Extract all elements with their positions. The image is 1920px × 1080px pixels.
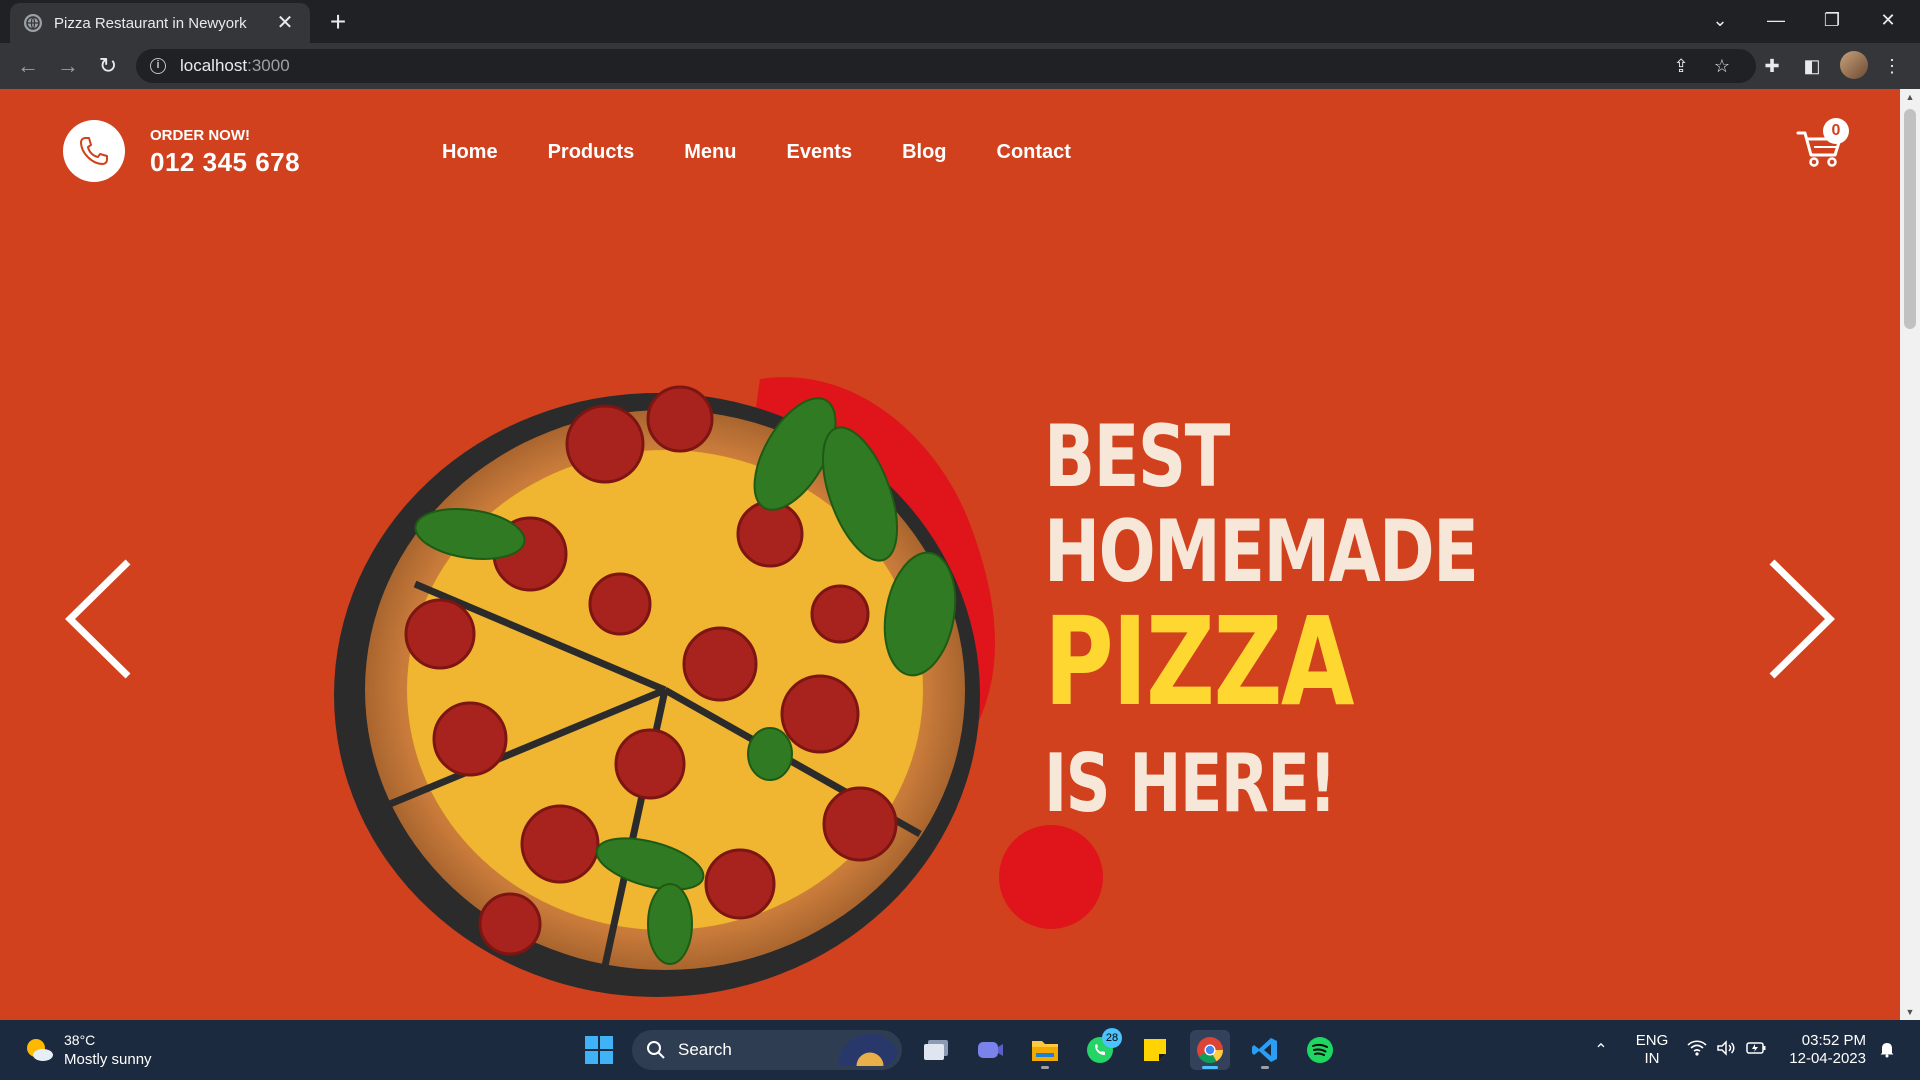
whatsapp-icon[interactable]: 28 bbox=[1080, 1028, 1122, 1070]
arrow-left-icon[interactable] bbox=[58, 554, 138, 684]
share-icon[interactable]: ⇪ bbox=[1666, 51, 1696, 81]
clock[interactable]: 03:52 PM 12-04-2023 bbox=[1776, 1032, 1866, 1068]
more-menu-icon[interactable]: ⋮ bbox=[1877, 51, 1907, 81]
order-phone-number: 012 345 678 bbox=[150, 147, 301, 177]
taskbar-search[interactable]: Search bbox=[632, 1030, 902, 1070]
weather-sun-icon[interactable] bbox=[24, 1035, 54, 1065]
side-panel-icon[interactable]: ◧ bbox=[1797, 51, 1827, 81]
running-indicator bbox=[1041, 1066, 1049, 1069]
spotify-icon[interactable] bbox=[1300, 1030, 1340, 1070]
address-bar[interactable]: i localhost :3000 bbox=[136, 49, 1756, 83]
bookmark-star-icon[interactable]: ☆ bbox=[1707, 51, 1737, 81]
language-line2: IN bbox=[1644, 1050, 1660, 1067]
globe-icon bbox=[24, 14, 42, 32]
battery-icon[interactable] bbox=[1745, 1040, 1767, 1060]
hero-line-pizza: PIZZA bbox=[1044, 591, 1355, 733]
language-line1: ENG bbox=[1635, 1032, 1669, 1049]
nav-blog[interactable]: Blog bbox=[902, 141, 946, 164]
hero-line-is-here: IS HERE! bbox=[1044, 737, 1337, 830]
url-port: :3000 bbox=[247, 56, 290, 75]
hero-line-best: BEST bbox=[1044, 407, 1230, 507]
language-indicator[interactable]: ENG IN bbox=[1632, 1032, 1672, 1068]
hero-line-homemade: HOMEMADE bbox=[1044, 502, 1479, 602]
windows-start-icon[interactable] bbox=[585, 1036, 613, 1064]
extensions-icon[interactable]: ✚ bbox=[1757, 51, 1787, 81]
restore-icon[interactable]: ❐ bbox=[1804, 0, 1860, 40]
windows-taskbar: 38°C Mostly sunny Search 28 ⌃ ENG IN 03:… bbox=[0, 1020, 1920, 1080]
tab-search-icon[interactable]: ⌄ bbox=[1692, 0, 1748, 40]
back-icon[interactable]: ← bbox=[12, 50, 44, 82]
clock-date: 12-04-2023 bbox=[1789, 1050, 1866, 1067]
browser-tabbar: Pizza Restaurant in Newyork ✕ + ⌄ — ❐ ✕ bbox=[0, 0, 1920, 43]
tab-title: Pizza Restaurant in Newyork bbox=[54, 14, 247, 32]
teams-icon[interactable] bbox=[970, 1030, 1010, 1070]
nav-home[interactable]: Home bbox=[442, 141, 498, 164]
sticky-notes-icon[interactable] bbox=[1135, 1030, 1175, 1070]
minimize-icon[interactable]: — bbox=[1748, 0, 1804, 40]
browser-tab[interactable]: Pizza Restaurant in Newyork ✕ bbox=[10, 3, 310, 43]
phone-icon bbox=[63, 120, 125, 182]
cart-count-badge: 0 bbox=[1823, 118, 1849, 144]
whatsapp-notification-badge: 28 bbox=[1102, 1028, 1122, 1048]
page: ORDER NOW! 012 345 678 Home Products Men… bbox=[0, 89, 1900, 1020]
order-now-label: ORDER NOW! bbox=[150, 127, 250, 144]
browser-toolbar: ← → ↻ i localhost :3000 ⇪ ☆ ✚ ◧ ⋮ bbox=[0, 43, 1920, 89]
forward-icon[interactable]: → bbox=[52, 50, 84, 82]
nav-events[interactable]: Events bbox=[786, 141, 852, 164]
task-view-icon[interactable] bbox=[916, 1030, 956, 1070]
active-indicator bbox=[1202, 1066, 1218, 1069]
weather-temperature: 38°C bbox=[64, 1032, 96, 1048]
chrome-icon[interactable] bbox=[1190, 1030, 1230, 1070]
search-label: Search bbox=[678, 1040, 732, 1059]
reload-icon[interactable]: ↻ bbox=[92, 50, 124, 82]
clock-time: 03:52 PM bbox=[1801, 1032, 1866, 1049]
profile-avatar[interactable] bbox=[1840, 51, 1868, 79]
running-indicator bbox=[1261, 1066, 1269, 1069]
file-explorer-icon[interactable] bbox=[1025, 1030, 1065, 1070]
site-info-icon[interactable]: i bbox=[150, 58, 166, 74]
nav-menu[interactable]: Menu bbox=[684, 141, 736, 164]
notifications-icon[interactable] bbox=[1876, 1040, 1898, 1060]
decor-circle bbox=[999, 825, 1103, 929]
close-window-icon[interactable]: ✕ bbox=[1860, 0, 1916, 40]
tab-close-icon[interactable]: ✕ bbox=[274, 13, 296, 33]
show-hidden-icons-icon[interactable]: ⌃ bbox=[1590, 1040, 1612, 1060]
new-tab-button[interactable]: + bbox=[322, 7, 354, 39]
arrow-right-icon[interactable] bbox=[1762, 554, 1842, 684]
wifi-icon[interactable] bbox=[1686, 1040, 1708, 1060]
page-scrollbar[interactable]: ▲ ▼ bbox=[1900, 89, 1920, 1020]
nav-contact[interactable]: Contact bbox=[997, 141, 1071, 164]
main-nav: Home Products Menu Events Blog Contact bbox=[442, 141, 1071, 164]
nav-products[interactable]: Products bbox=[548, 141, 635, 164]
vscode-icon[interactable] bbox=[1245, 1030, 1285, 1070]
search-icon bbox=[647, 1041, 665, 1059]
scroll-up-icon[interactable]: ▲ bbox=[1900, 89, 1920, 105]
volume-icon[interactable] bbox=[1715, 1040, 1737, 1060]
scroll-down-icon[interactable]: ▼ bbox=[1900, 1004, 1920, 1020]
url-host: localhost bbox=[180, 56, 248, 75]
weather-description: Mostly sunny bbox=[64, 1051, 152, 1068]
scroll-thumb[interactable] bbox=[1904, 109, 1916, 329]
search-highlight-image bbox=[828, 1034, 898, 1066]
